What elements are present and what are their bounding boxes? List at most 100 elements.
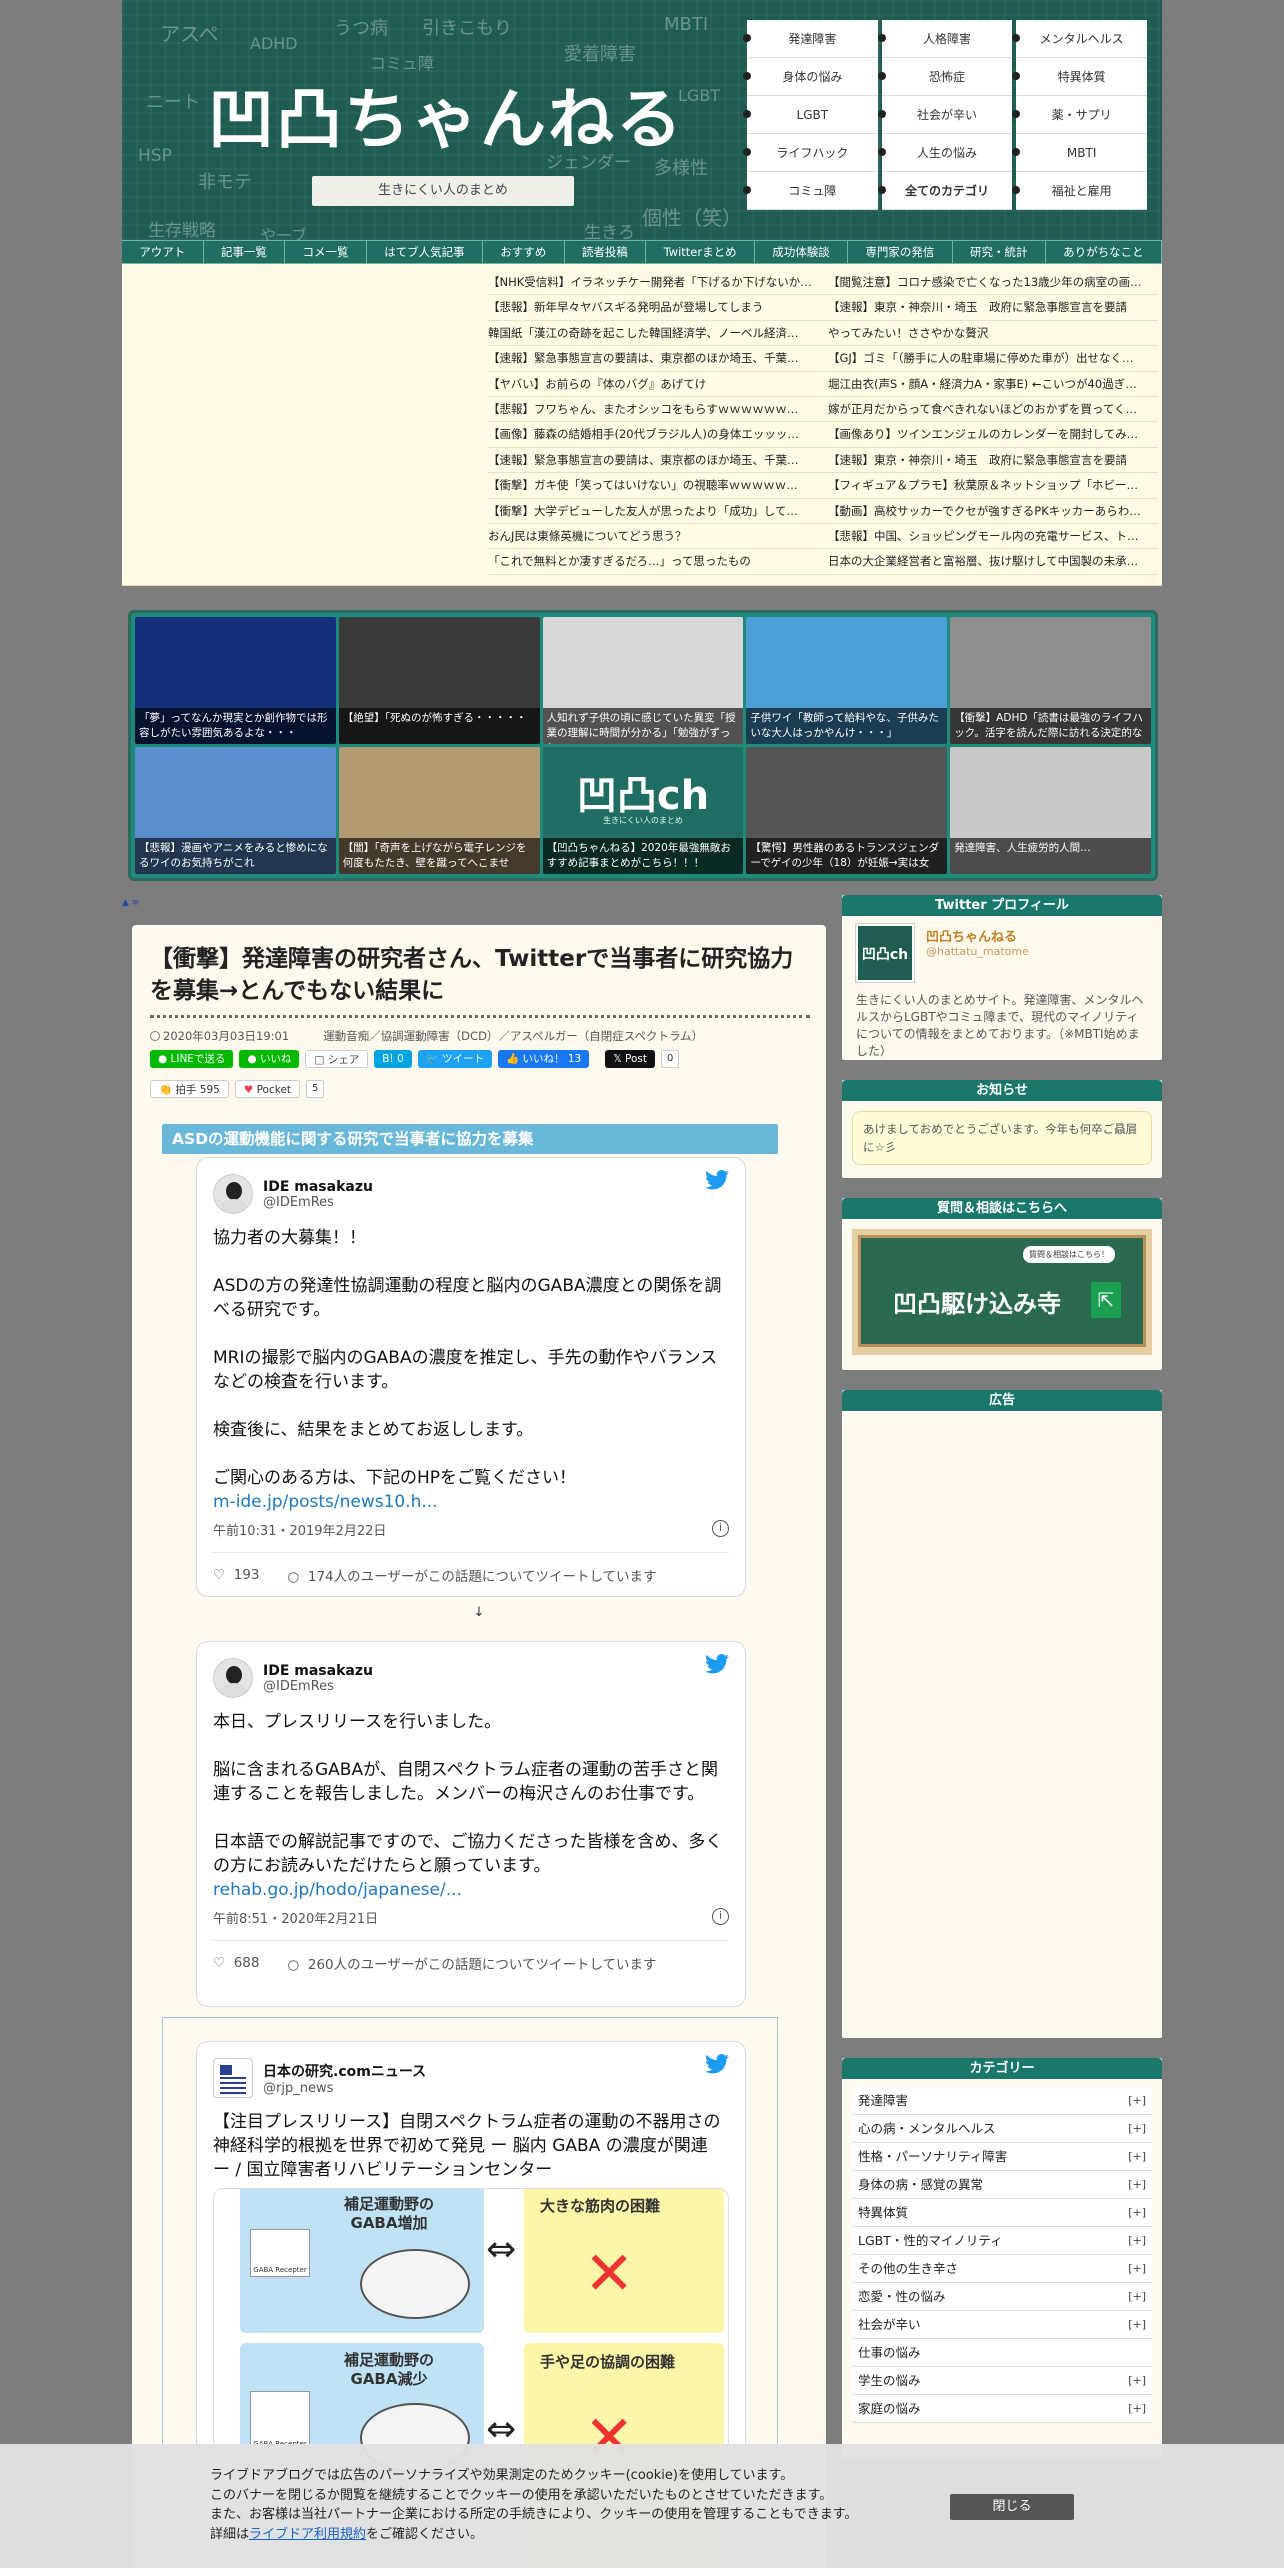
global-nav-item[interactable]: 研究・統計 [953,241,1046,263]
category-item[interactable]: 仕事の悩み [852,2339,1152,2367]
gallery-item[interactable]: 発達障害、人生疲労的人間… [950,747,1151,874]
antenna-link[interactable]: 【悲報】新年早々ヤバスギる発明品が登場してしまう [488,295,828,321]
gallery-item[interactable]: 子供ワイ「教師って給料やな、子供みたいな大人はっかやんけ・・・」 [746,617,948,744]
category-item[interactable]: 発達障害 [+] [852,2087,1152,2115]
category-item[interactable]: 性格・パーソナリティ障害 [+] [852,2143,1152,2171]
expand-icon[interactable]: [+] [1128,2283,1146,2311]
header-nav-item[interactable]: メンタルヘルス [1012,20,1147,58]
tweet-like[interactable]: ♡ 193 [213,1567,259,1583]
tag-link[interactable]: 運動音痴／協調運動障害（DCD） [323,1029,498,1043]
gallery-item[interactable]: 凹凸ch 生きにくい人のまとめ 【凹凸ちゃんねる】2020年最強無敵おすすめ記事まと… [542,747,744,874]
header-nav-item[interactable]: 特異体質 [1012,58,1147,96]
gallery-item[interactable]: 【悲報】漫画やアニメをみると惨めになるワイのお気持ちがこれ [135,747,336,874]
avatar[interactable] [213,1174,253,1214]
share-button[interactable]: □ シェア [305,1050,369,1068]
antenna-link[interactable]: 【衝撃】ガキ使「笑ってはいけない」の視聴率ｗｗｗｗｗ… [488,473,828,499]
antenna-link[interactable]: 【画像あり】ツインエンジェルのカレンダーを開封してみ… [828,422,1158,448]
antenna-link[interactable]: 「これで無料とか凄すぎるだろ…」って思ったもの [488,549,828,575]
header-nav-item[interactable]: コミュ障 [743,172,878,210]
pocket-button[interactable]: ♥ Pocket [234,1080,301,1098]
tweet-like[interactable]: ♡ 688 [213,1955,259,1971]
global-nav-item[interactable]: 読者投稿 [565,241,647,263]
twitter-bird-icon[interactable] [705,1170,729,1190]
antenna-link[interactable]: やってみたい！ささやかな贅沢 [828,321,1158,347]
embedded-tweet-2[interactable]: IDE masakazu @IDEmRes 本日、プレスリリースを行いました。 脳… [196,1641,746,2007]
antenna-link[interactable]: 【ヤバい】お前らの『体のバグ』あげてけ [488,372,828,397]
tweet-author-handle[interactable]: @rjp_news [263,2081,426,2096]
tweet-author-name[interactable]: IDE masakazu [263,1179,373,1195]
antenna-link[interactable]: 【速報】東京・神奈川・埼玉 政府に緊急事態宣言を要請 [828,295,1158,321]
hatena-bookmark-button[interactable]: B! 0 [374,1050,412,1068]
global-nav-item[interactable]: コメ一覧 [285,241,367,263]
gallery-item[interactable]: 「夢」ってなんか現実とか創作物では形容しがたい雰囲気あるよな・・・ [135,617,336,744]
tweet-link[interactable]: rehab.go.jp/hodo/japanese/... [213,1878,729,1902]
antenna-link[interactable]: 【悲報】中国、ショッピングモール内の充電サービス、ト… [828,524,1158,550]
expand-icon[interactable]: [+] [1128,2311,1146,2339]
antenna-link[interactable]: 【NHK受信料】イラネッチケー開発者「下げるか下げないか… [488,270,828,296]
tweet-time-text[interactable]: 午前10:31・2019年2月22日 [213,1520,386,1542]
header-nav-item[interactable]: LGBT [743,96,878,134]
global-nav-item[interactable]: Twitterまとめ [646,241,755,263]
tag-link[interactable]: アスペルガー（自閉症スペクトラム） [510,1029,703,1043]
header-nav-item[interactable]: 身体の悩み [743,58,878,96]
category-item[interactable]: LGBT・性的マイノリティ [+] [852,2227,1152,2255]
antenna-link[interactable]: 【画像】藤森の結婚相手(20代ブラジル人)の身体エッッッ… [488,422,828,448]
site-title[interactable]: 凹凸ちゃんねる [208,66,684,162]
tweet-replies[interactable]: ○ 260人のユーザーがこの話題についてツイートしています [287,1953,656,1973]
x-post-button[interactable]: 𝕏 Post [605,1050,655,1068]
header-nav-item[interactable]: 福祉と雇用 [1012,172,1147,210]
avatar[interactable] [213,2058,253,2098]
profile-avatar[interactable]: 凹凸ch [856,924,914,982]
info-icon[interactable]: i [712,1520,729,1537]
antenna-link[interactable]: 【速報】東京・神奈川・埼玉 政府に緊急事態宣言を要請 [828,448,1158,474]
embedded-tweet-1[interactable]: IDE masakazu @IDEmRes 協力者の大募集！！ ASDの方の発達性… [196,1157,746,1597]
antenna-link[interactable]: 【速報】緊急事態宣言の要請は、東京都のほか埼玉、千葉… [488,346,828,372]
terms-link[interactable]: ライブドア利用規約 [249,2527,366,2542]
global-nav-item[interactable]: おすすめ [483,241,565,263]
expand-icon[interactable]: [+] [1128,2255,1146,2283]
global-nav-item[interactable]: はてブ人気記事 [367,241,483,263]
antenna-link[interactable]: 嫁が正月だからって食べきれないほどのおかずを買ってく… [828,397,1158,423]
profile-handle[interactable]: @hattatu_matome [926,945,1029,958]
antenna-link[interactable]: 【フィギュア＆プラモ】秋葉原＆ネットショップ「ホビー… [828,473,1158,499]
twitter-bird-icon[interactable] [705,2054,729,2074]
twitter-bird-icon[interactable] [705,1654,729,1674]
header-nav-item[interactable]: 恐怖症 [877,58,1013,96]
header-nav-item[interactable]: 社会が辛い [877,96,1013,134]
antenna-link[interactable]: 【衝撃】大学デビューした友人が思ったより「成功」して… [488,499,828,524]
tweet-button[interactable]: 🐦 ツイート [417,1050,493,1068]
global-nav-item[interactable]: アウアト [122,241,204,263]
line-send-button[interactable]: ● LINEで送る [150,1050,234,1068]
avatar[interactable] [213,1658,253,1698]
info-icon[interactable]: i [712,1908,729,1925]
antenna-link[interactable]: 日本の大企業経営者と富裕層、抜け駆けして中国製の未承… [828,549,1158,575]
header-nav-item[interactable]: 人生の悩み [877,134,1013,172]
tweet-author-name[interactable]: IDE masakazu [263,1663,373,1679]
category-item[interactable]: その他の生き辛さ [+] [852,2255,1152,2283]
expand-icon[interactable]: [+] [1128,2227,1146,2255]
expand-icon[interactable]: [+] [1128,2199,1146,2227]
antenna-link[interactable]: 堀江由衣(声S・顔A・経済力A・家事E) ←こいつが40過ぎ… [828,372,1158,397]
qa-banner[interactable]: 凹凸駆け込み寺 質問＆相談はこちら！ ⇱ [852,1229,1152,1355]
global-nav-item[interactable]: ありがちなこと [1046,241,1162,263]
facebook-like-button[interactable]: 👍 いいね！ 13 [498,1050,590,1068]
header-nav-item[interactable]: 薬・サプリ [1012,96,1147,134]
antenna-link[interactable]: 【GJ】ゴミ「（勝手に人の駐車場に停めた車が）出せなく… [828,346,1158,372]
header-nav-item[interactable]: 人格障害 [877,20,1013,58]
global-nav-item[interactable]: 専門家の発信 [848,241,953,263]
global-nav-item[interactable]: 記事一覧 [204,241,286,263]
header-nav-item[interactable]: ライフハック [743,134,878,172]
category-item[interactable]: 社会が辛い [+] [852,2311,1152,2339]
profile-name[interactable]: 凹凸ちゃんねる [926,926,1029,945]
expand-icon[interactable]: [+] [1128,2171,1146,2199]
tweet-author-name[interactable]: 日本の研究.comニュース [263,2061,426,2081]
line-like-button[interactable]: ● いいね [239,1050,300,1068]
category-item[interactable]: 身体の病・感覚の異常 [+] [852,2171,1152,2199]
antenna-link[interactable]: 【動画】高校サッカーでクセが強すぎるPKキッカーあらわ… [828,499,1158,524]
header-nav-item[interactable]: 発達障害 [743,20,878,58]
expand-icon[interactable]: [+] [1128,2087,1146,2115]
antenna-link[interactable]: 【速報】緊急事態宣言の要請は、東京都のほか埼玉、千葉… [488,448,828,474]
category-item[interactable]: 恋愛・性の悩み [+] [852,2283,1152,2311]
category-item[interactable]: 心の病・メンタルヘルス [+] [852,2115,1152,2143]
tweet-replies[interactable]: ○ 174人のユーザーがこの話題についてツイートしています [287,1565,656,1585]
